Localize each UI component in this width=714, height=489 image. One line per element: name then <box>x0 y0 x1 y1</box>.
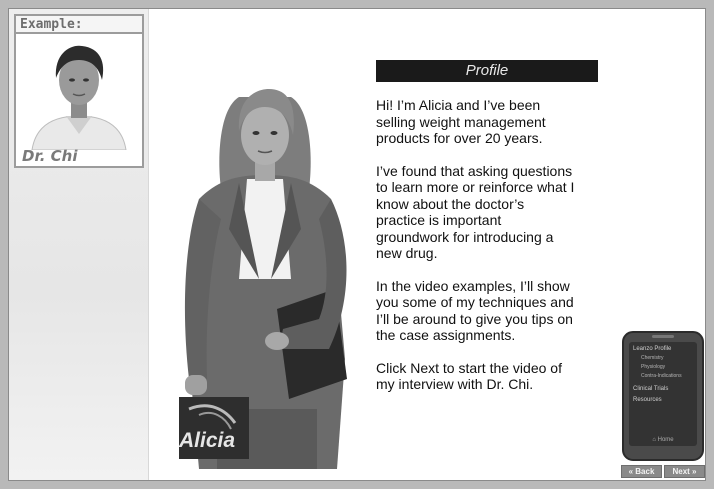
menu-item-chemistry[interactable]: Chemistry <box>633 354 693 363</box>
main-frame: Example: Dr. Chi Alicia Profile Hi! I’m … <box>8 8 706 481</box>
example-card: Example: Dr. Chi <box>14 14 144 168</box>
profile-paragraph: I’ve found that asking questions to lear… <box>376 162 575 262</box>
profile-header: Profile <box>376 60 598 82</box>
menu-item-leanzo-profile[interactable]: Leanzo Profile <box>633 345 693 354</box>
menu-item-physiology[interactable]: Physiology <box>633 363 693 372</box>
profile-paragraph: In the video examples, I’ll show you som… <box>376 277 574 344</box>
menu-item-clinical-trials[interactable]: Clinical Trials <box>633 385 693 394</box>
profile-paragraph: Click Next to start the video of my inte… <box>376 359 562 393</box>
menu-item-resources[interactable]: Resources <box>633 396 693 405</box>
nav-bar: « Back Next » <box>621 465 705 478</box>
alicia-character <box>179 89 347 469</box>
dr-chi-portrait <box>22 38 136 150</box>
profile-text: Hi! I’m Alicia and I’ve been selling wei… <box>376 97 576 409</box>
left-panel: Example: Dr. Chi <box>9 9 149 480</box>
example-label: Example: <box>16 16 142 34</box>
alicia-logo-text: Alicia <box>179 429 236 452</box>
back-button[interactable]: « Back <box>621 465 662 478</box>
example-name: Dr. Chi <box>22 147 78 165</box>
home-button[interactable]: ⌂ Home <box>629 437 697 443</box>
pda-device: Leanzo Profile Chemistry Physiology Cont… <box>622 331 704 461</box>
home-label: Home <box>657 437 674 443</box>
profile-paragraph: Hi! I’m Alicia and I’ve been selling wei… <box>376 97 546 146</box>
menu-item-contra-indications[interactable]: Contra-Indications <box>633 372 693 381</box>
next-button[interactable]: Next » <box>664 465 705 478</box>
home-icon: ⌂ <box>652 437 656 443</box>
pda-screen: Leanzo Profile Chemistry Physiology Cont… <box>629 342 697 446</box>
